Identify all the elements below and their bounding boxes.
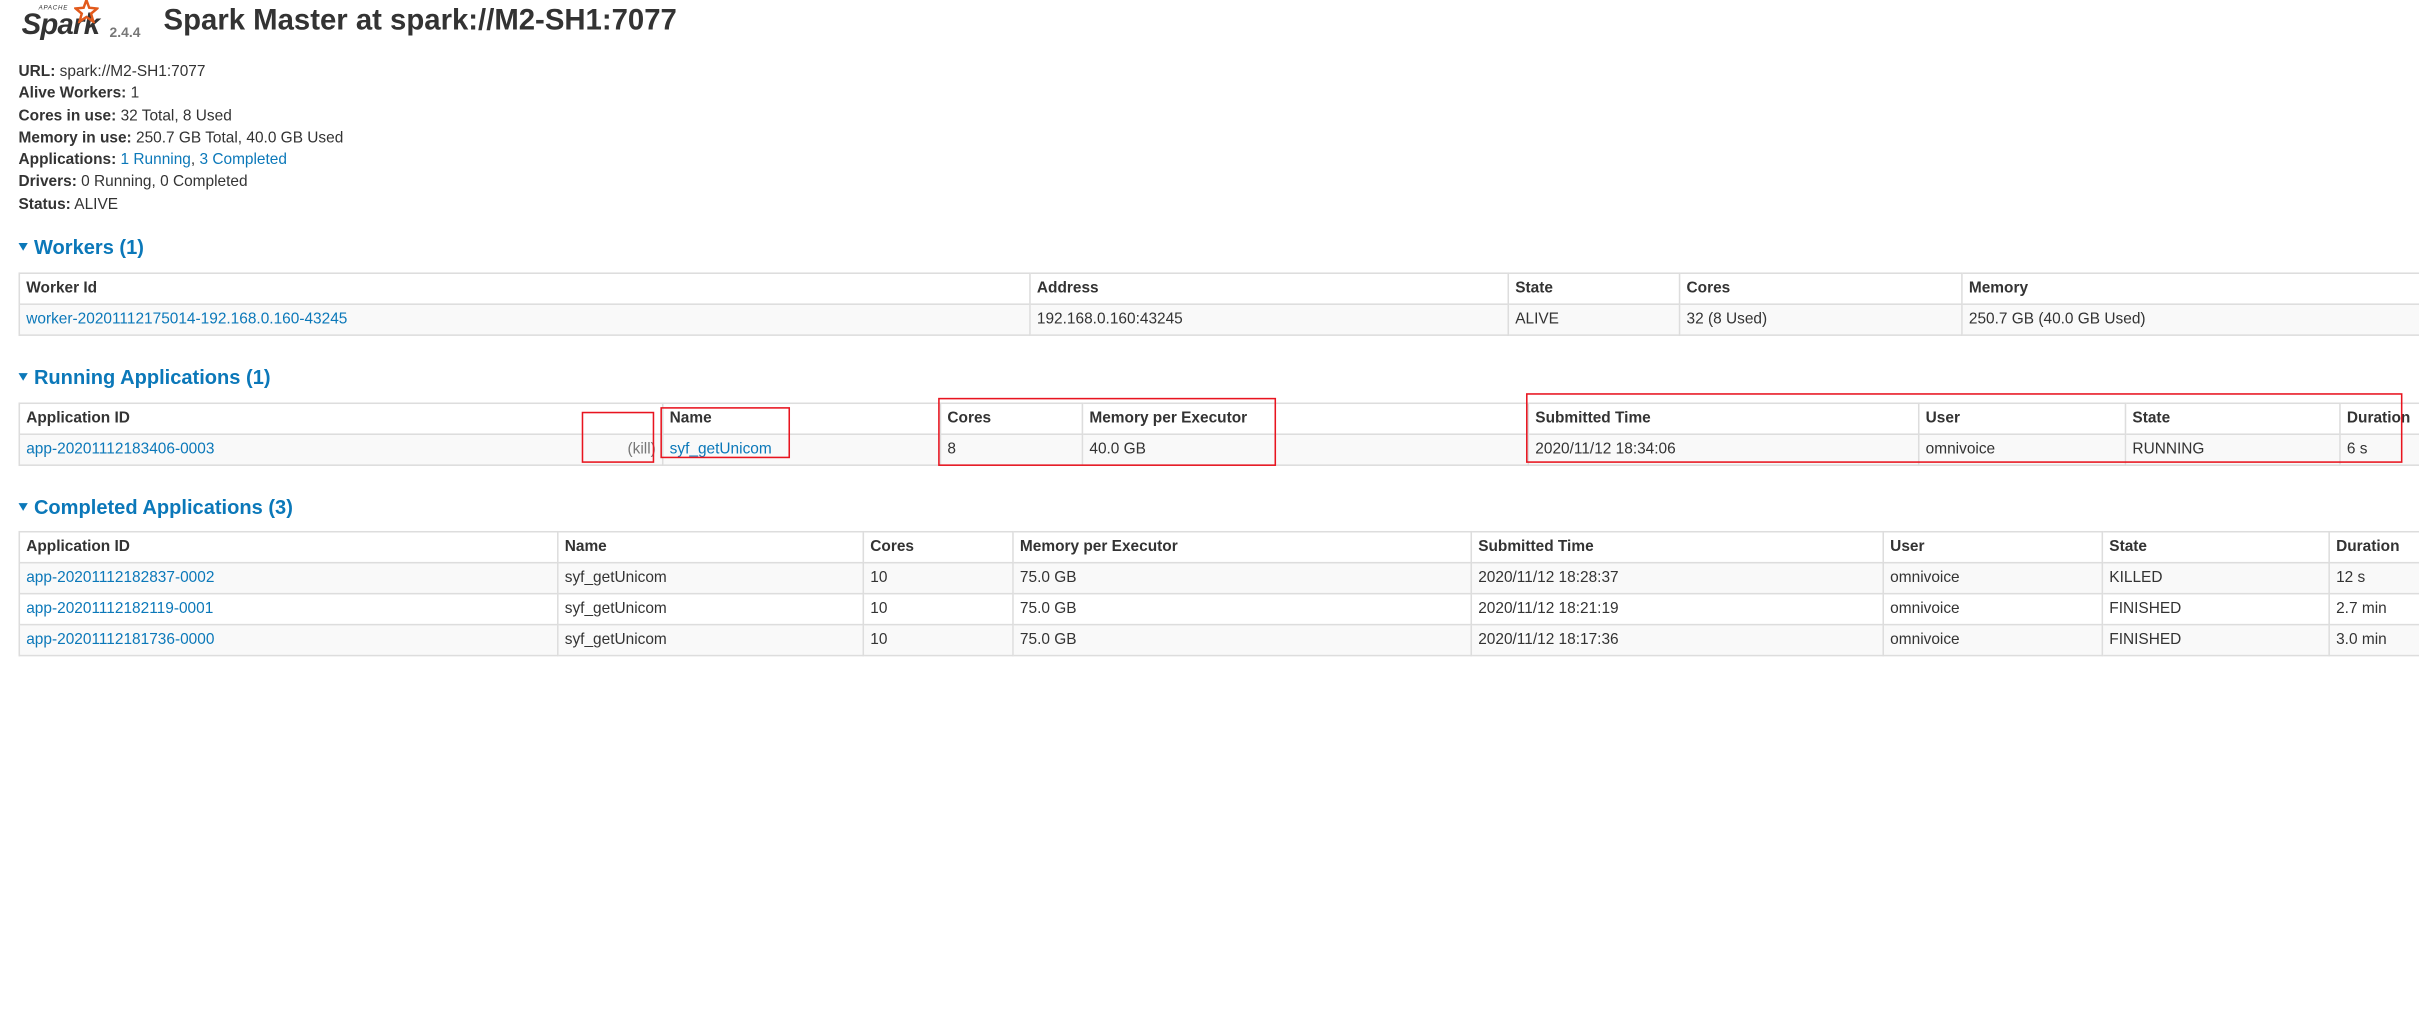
app-state: FINISHED — [2101, 623, 2330, 657]
worker-id-link[interactable]: worker-20201112175014-192.168.0.160-4324… — [26, 311, 347, 328]
highlight-box-cores-memory — [938, 397, 1277, 466]
col-memory[interactable]: Memory — [1961, 272, 2419, 305]
app-cores: 10 — [862, 623, 1014, 657]
completed-header-row: Application ID Name Cores Memory per Exe… — [18, 530, 2419, 564]
table-row: app-20201112182837-0002 syf_getUnicom 10… — [18, 561, 2419, 595]
summary-applications: Applications: 1 Running, 3 Completed — [18, 151, 287, 170]
summary-alive-workers: Alive Workers: 1 — [18, 85, 140, 103]
app-cores: 10 — [862, 561, 1014, 595]
worker-state: ALIVE — [1507, 303, 1681, 336]
page-title: Spark Master at spark://M2-SH1:7077 — [163, 4, 677, 38]
app-submitted-time: 2020/11/12 18:21:19 — [1470, 592, 1885, 626]
col-memory-per-executor[interactable]: Memory per Executor — [1012, 530, 1473, 564]
highlight-box-kill — [581, 411, 655, 463]
version-label: 2.4.4 — [109, 24, 141, 41]
app-user: omnivoice — [1882, 592, 2104, 626]
completed-apps-table: Application ID Name Cores Memory per Exe… — [18, 530, 2419, 657]
app-user: omnivoice — [1882, 561, 2104, 595]
completed-section-toggle[interactable]: Completed Applications (3) — [18, 495, 293, 519]
app-state: KILLED — [2101, 561, 2330, 595]
worker-address: 192.168.0.160:43245 — [1029, 303, 1510, 336]
col-address[interactable]: Address — [1029, 272, 1510, 305]
collapse-arrow-icon — [18, 243, 28, 251]
app-name: syf_getUnicom — [557, 561, 865, 595]
col-application-id[interactable]: Application ID — [18, 402, 664, 435]
collapse-arrow-icon — [18, 503, 28, 511]
app-duration: 12 s — [2328, 561, 2419, 595]
page-root: APACHE Spark 2.4.4 Spark Master at spark… — [0, 0, 2419, 1012]
workers-header-row: Worker Id Address State Cores Memory — [18, 272, 2419, 305]
col-cores[interactable]: Cores — [1678, 272, 1963, 305]
col-state[interactable]: State — [1507, 272, 1681, 305]
app-state: FINISHED — [2101, 592, 2330, 626]
completed-section-title: Completed Applications (3) — [33, 495, 293, 519]
table-row: worker-20201112175014-192.168.0.160-4324… — [18, 303, 2419, 336]
app-user: omnivoice — [1882, 623, 2104, 657]
highlight-box-time-user-state — [1526, 393, 2403, 463]
worker-memory: 250.7 GB (40.0 GB Used) — [1961, 303, 2419, 336]
summary-status: Status: ALIVE — [18, 196, 119, 214]
col-submitted-time[interactable]: Submitted Time — [1470, 530, 1885, 564]
col-cores[interactable]: Cores — [862, 530, 1014, 564]
app-submitted-time: 2020/11/12 18:17:36 — [1470, 623, 1885, 657]
app-submitted-time: 2020/11/12 18:28:37 — [1470, 561, 1885, 595]
running-apps-link[interactable]: 1 Running — [121, 152, 191, 169]
app-id-link[interactable]: app-20201112182119-0001 — [26, 601, 213, 618]
app-id-link[interactable]: app-20201112183406-0003 — [26, 441, 214, 458]
running-section-title: Running Applications (1) — [33, 365, 271, 389]
completed-apps-link[interactable]: 3 Completed — [199, 152, 286, 169]
summary-memory: Memory in use: 250.7 GB Total, 40.0 GB U… — [18, 129, 344, 147]
summary-cores: Cores in use: 32 Total, 8 Used — [18, 107, 232, 125]
col-user[interactable]: User — [1882, 530, 2104, 564]
col-name[interactable]: Name — [557, 530, 865, 564]
app-cores: 10 — [862, 592, 1014, 626]
app-name: syf_getUnicom — [557, 592, 865, 626]
spark-star-icon — [74, 0, 99, 24]
master-summary: URL: spark://M2-SH1:7077 Alive Workers: … — [19, 62, 344, 217]
app-id-link[interactable]: app-20201112182837-0002 — [26, 570, 214, 587]
highlight-box-name — [660, 407, 791, 459]
workers-section-toggle[interactable]: Workers (1) — [18, 235, 144, 259]
app-memory: 75.0 GB — [1012, 623, 1473, 657]
col-duration[interactable]: Duration — [2328, 530, 2419, 564]
running-section-toggle[interactable]: Running Applications (1) — [18, 365, 271, 389]
workers-table: Worker Id Address State Cores Memory wor… — [18, 272, 2419, 336]
summary-drivers: Drivers: 0 Running, 0 Completed — [18, 174, 248, 192]
app-id-link[interactable]: app-20201112181736-0000 — [26, 632, 214, 649]
table-row: app-20201112181736-0000 syf_getUnicom 10… — [18, 623, 2419, 657]
collapse-arrow-icon — [18, 373, 28, 381]
app-duration: 3.0 min — [2328, 623, 2419, 657]
col-worker-id[interactable]: Worker Id — [18, 272, 1031, 305]
worker-cores: 32 (8 Used) — [1678, 303, 1963, 336]
app-memory: 75.0 GB — [1012, 592, 1473, 626]
summary-url: URL: spark://M2-SH1:7077 — [18, 63, 206, 81]
col-application-id[interactable]: Application ID — [18, 530, 559, 564]
workers-section-title: Workers (1) — [33, 235, 144, 259]
app-duration: 2.7 min — [2328, 592, 2419, 626]
col-state[interactable]: State — [2101, 530, 2330, 564]
app-name: syf_getUnicom — [557, 623, 865, 657]
app-memory: 75.0 GB — [1012, 561, 1473, 595]
spark-logo[interactable]: APACHE Spark — [22, 0, 111, 45]
table-row: app-20201112182119-0001 syf_getUnicom 10… — [18, 592, 2419, 626]
